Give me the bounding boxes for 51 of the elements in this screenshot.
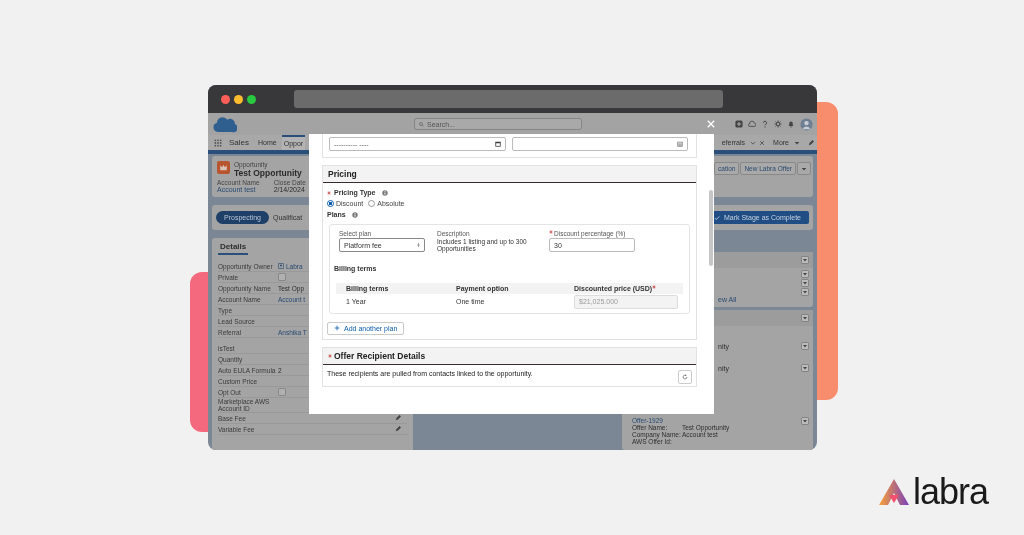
- pencil-icon[interactable]: [808, 139, 814, 146]
- dropdown-icon[interactable]: [801, 342, 809, 350]
- info-icon[interactable]: [381, 189, 388, 196]
- required-icon: [328, 353, 332, 358]
- calendar-icon: [494, 141, 501, 147]
- settings-icon[interactable]: [774, 120, 782, 128]
- checkbox[interactable]: [278, 388, 286, 396]
- dropdown-icon[interactable]: [801, 288, 809, 296]
- search-icon: [419, 121, 424, 127]
- refresh-button[interactable]: [678, 369, 692, 384]
- record-title: Test Opportunity: [234, 168, 302, 178]
- info-icon[interactable]: [351, 211, 358, 218]
- scrollbar-thumb[interactable]: [709, 190, 713, 266]
- user-icon: [278, 263, 284, 269]
- sort-arrows-icon: [417, 242, 420, 248]
- section-title: Pricing: [328, 169, 357, 179]
- required-icon: [549, 230, 553, 234]
- plus-square-icon[interactable]: [735, 120, 743, 128]
- dropdown-icon[interactable]: [801, 314, 809, 322]
- bell-icon[interactable]: [787, 120, 795, 128]
- calendar-icon: [677, 141, 683, 147]
- close-dot-icon[interactable]: [221, 94, 230, 104]
- details-tab[interactable]: Details: [218, 242, 249, 255]
- avatar-icon[interactable]: [800, 117, 813, 131]
- brand-name: labra: [913, 474, 989, 510]
- dropdown-icon[interactable]: [801, 364, 809, 372]
- cloud-logo-icon[interactable]: [212, 115, 237, 133]
- section-title: Offer Recipient Details: [334, 350, 426, 361]
- close-icon[interactable]: [759, 139, 766, 146]
- required-icon: [652, 284, 657, 289]
- dropdown-icon[interactable]: [801, 279, 809, 287]
- caret-icon: [794, 139, 800, 146]
- plus-icon: [334, 325, 340, 332]
- app-name: Sales: [229, 138, 249, 147]
- minimize-dot-icon[interactable]: [234, 94, 243, 104]
- checkmark-icon: [713, 214, 720, 221]
- help-icon[interactable]: [761, 120, 769, 128]
- checkbox[interactable]: [278, 273, 286, 281]
- zoom-dot-icon[interactable]: [247, 94, 256, 104]
- dropdown-icon[interactable]: [801, 417, 809, 425]
- app-launcher-icon[interactable]: [214, 138, 222, 147]
- chevron-down-icon[interactable]: [750, 139, 757, 146]
- refresh-icon: [682, 373, 688, 380]
- logo-icon: [878, 478, 910, 506]
- cloud-icon[interactable]: [748, 120, 756, 128]
- caret-icon: [801, 165, 807, 172]
- dropdown-button[interactable]: [797, 162, 811, 175]
- crown-icon: [217, 161, 230, 174]
- dropdown-icon[interactable]: [801, 256, 809, 264]
- dropdown-icon[interactable]: [801, 270, 809, 278]
- date-field[interactable]: [511, 137, 688, 151]
